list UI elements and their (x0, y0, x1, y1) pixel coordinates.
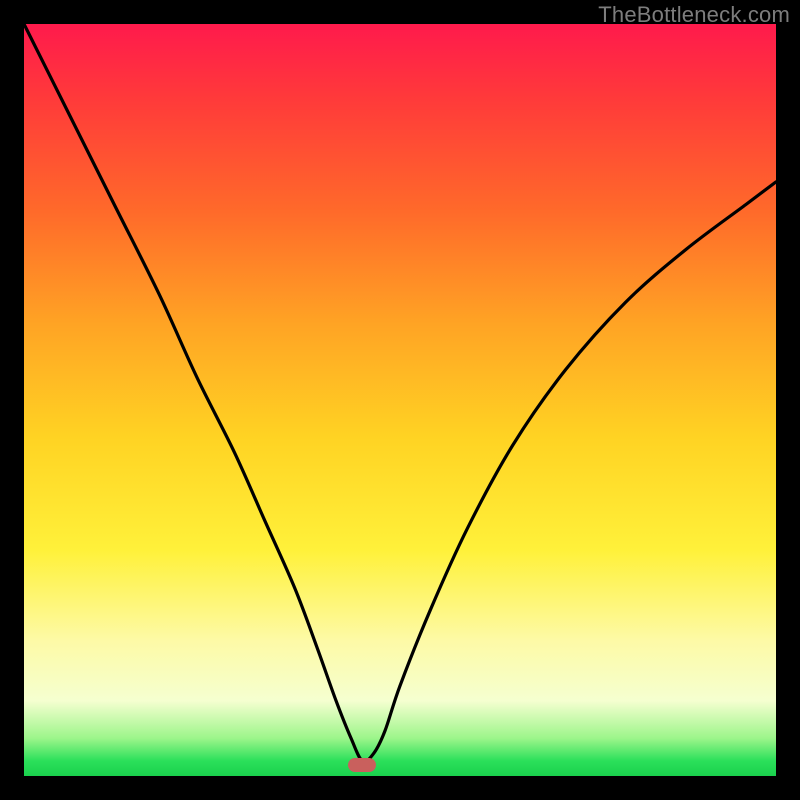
plot-area (24, 24, 776, 776)
curve-path (24, 24, 776, 762)
optimum-marker (348, 758, 376, 772)
watermark-text: TheBottleneck.com (598, 2, 790, 28)
bottleneck-curve (24, 24, 776, 776)
chart-frame: TheBottleneck.com (0, 0, 800, 800)
